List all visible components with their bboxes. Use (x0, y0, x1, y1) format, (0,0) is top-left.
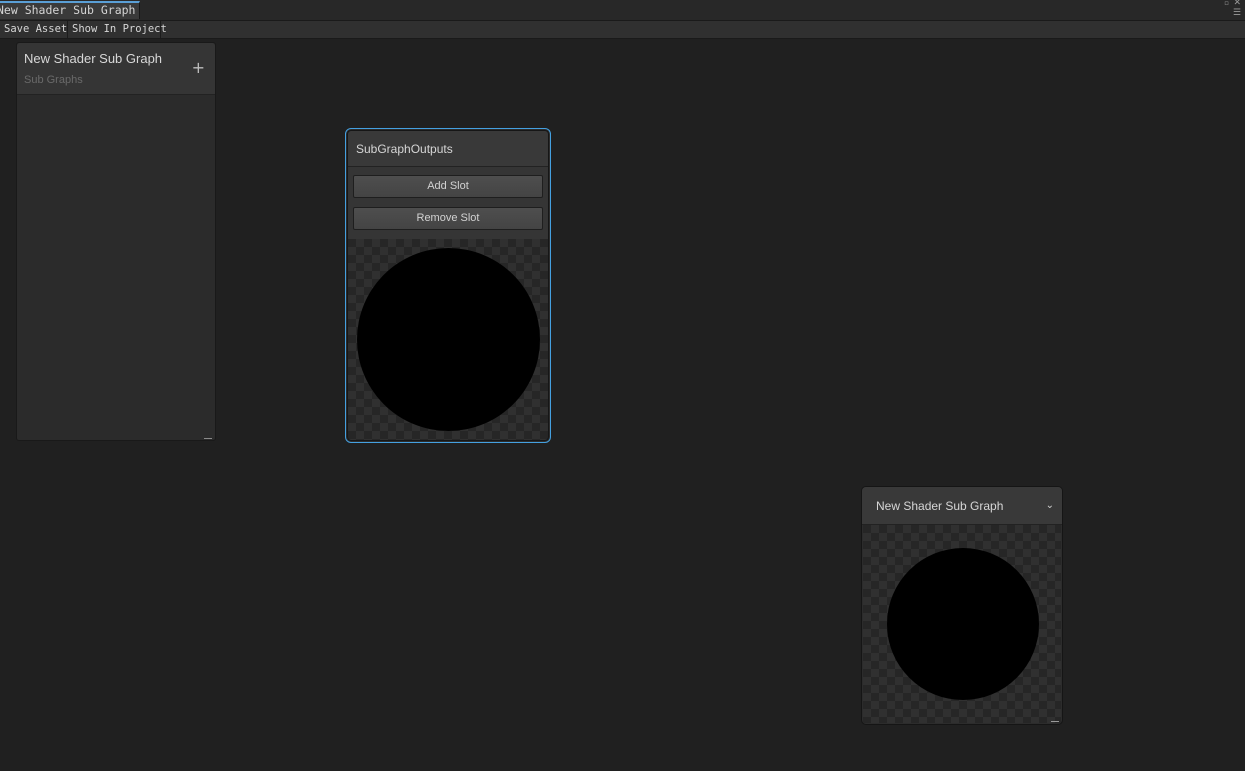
node-preview (863, 525, 1061, 723)
node-preview (348, 239, 548, 440)
chevron-down-icon[interactable]: ⌄ (1046, 487, 1054, 525)
add-slot-button[interactable]: Add Slot (353, 175, 543, 198)
subgraph-outputs-node[interactable]: SubGraphOutputs Add Slot Remove Slot (345, 128, 551, 443)
preview-sphere (887, 548, 1039, 700)
blackboard-subtitle: Sub Graphs (24, 74, 83, 86)
toolbar: Save Asset Show In Project (0, 20, 1245, 39)
lock-icon[interactable]: ▫ (1224, 0, 1229, 7)
resize-grip-icon[interactable] (1051, 718, 1059, 722)
node-title[interactable]: SubGraphOutputs (348, 131, 548, 167)
window-controls: ▫ ✕ ☰ (1221, 0, 1241, 18)
add-property-button[interactable]: + (192, 60, 205, 76)
blackboard-title: New Shader Sub Graph (24, 51, 163, 66)
window-tab-bar: New Shader Sub Graph ▫ ✕ ☰ (0, 0, 1245, 20)
resize-grip-icon[interactable] (204, 435, 212, 439)
node-title[interactable]: New Shader Sub Graph ⌄ (862, 487, 1062, 525)
node-title-label: New Shader Sub Graph (876, 499, 1004, 513)
subgraph-node[interactable]: New Shader Sub Graph ⌄ (861, 486, 1063, 725)
show-in-project-button[interactable]: Show In Project (68, 21, 167, 38)
blackboard-header: New Shader Sub Graph Sub Graphs + (17, 43, 215, 95)
window-tab[interactable]: New Shader Sub Graph (0, 1, 140, 19)
close-icon[interactable]: ✕ (1233, 0, 1241, 8)
remove-slot-button[interactable]: Remove Slot (353, 207, 543, 230)
node-controls: Add Slot Remove Slot (348, 167, 548, 239)
blackboard-panel[interactable]: New Shader Sub Graph Sub Graphs + (16, 42, 216, 441)
preview-sphere (357, 248, 540, 431)
save-asset-button[interactable]: Save Asset (0, 21, 68, 38)
context-menu-icon[interactable]: ☰ (1233, 8, 1241, 18)
